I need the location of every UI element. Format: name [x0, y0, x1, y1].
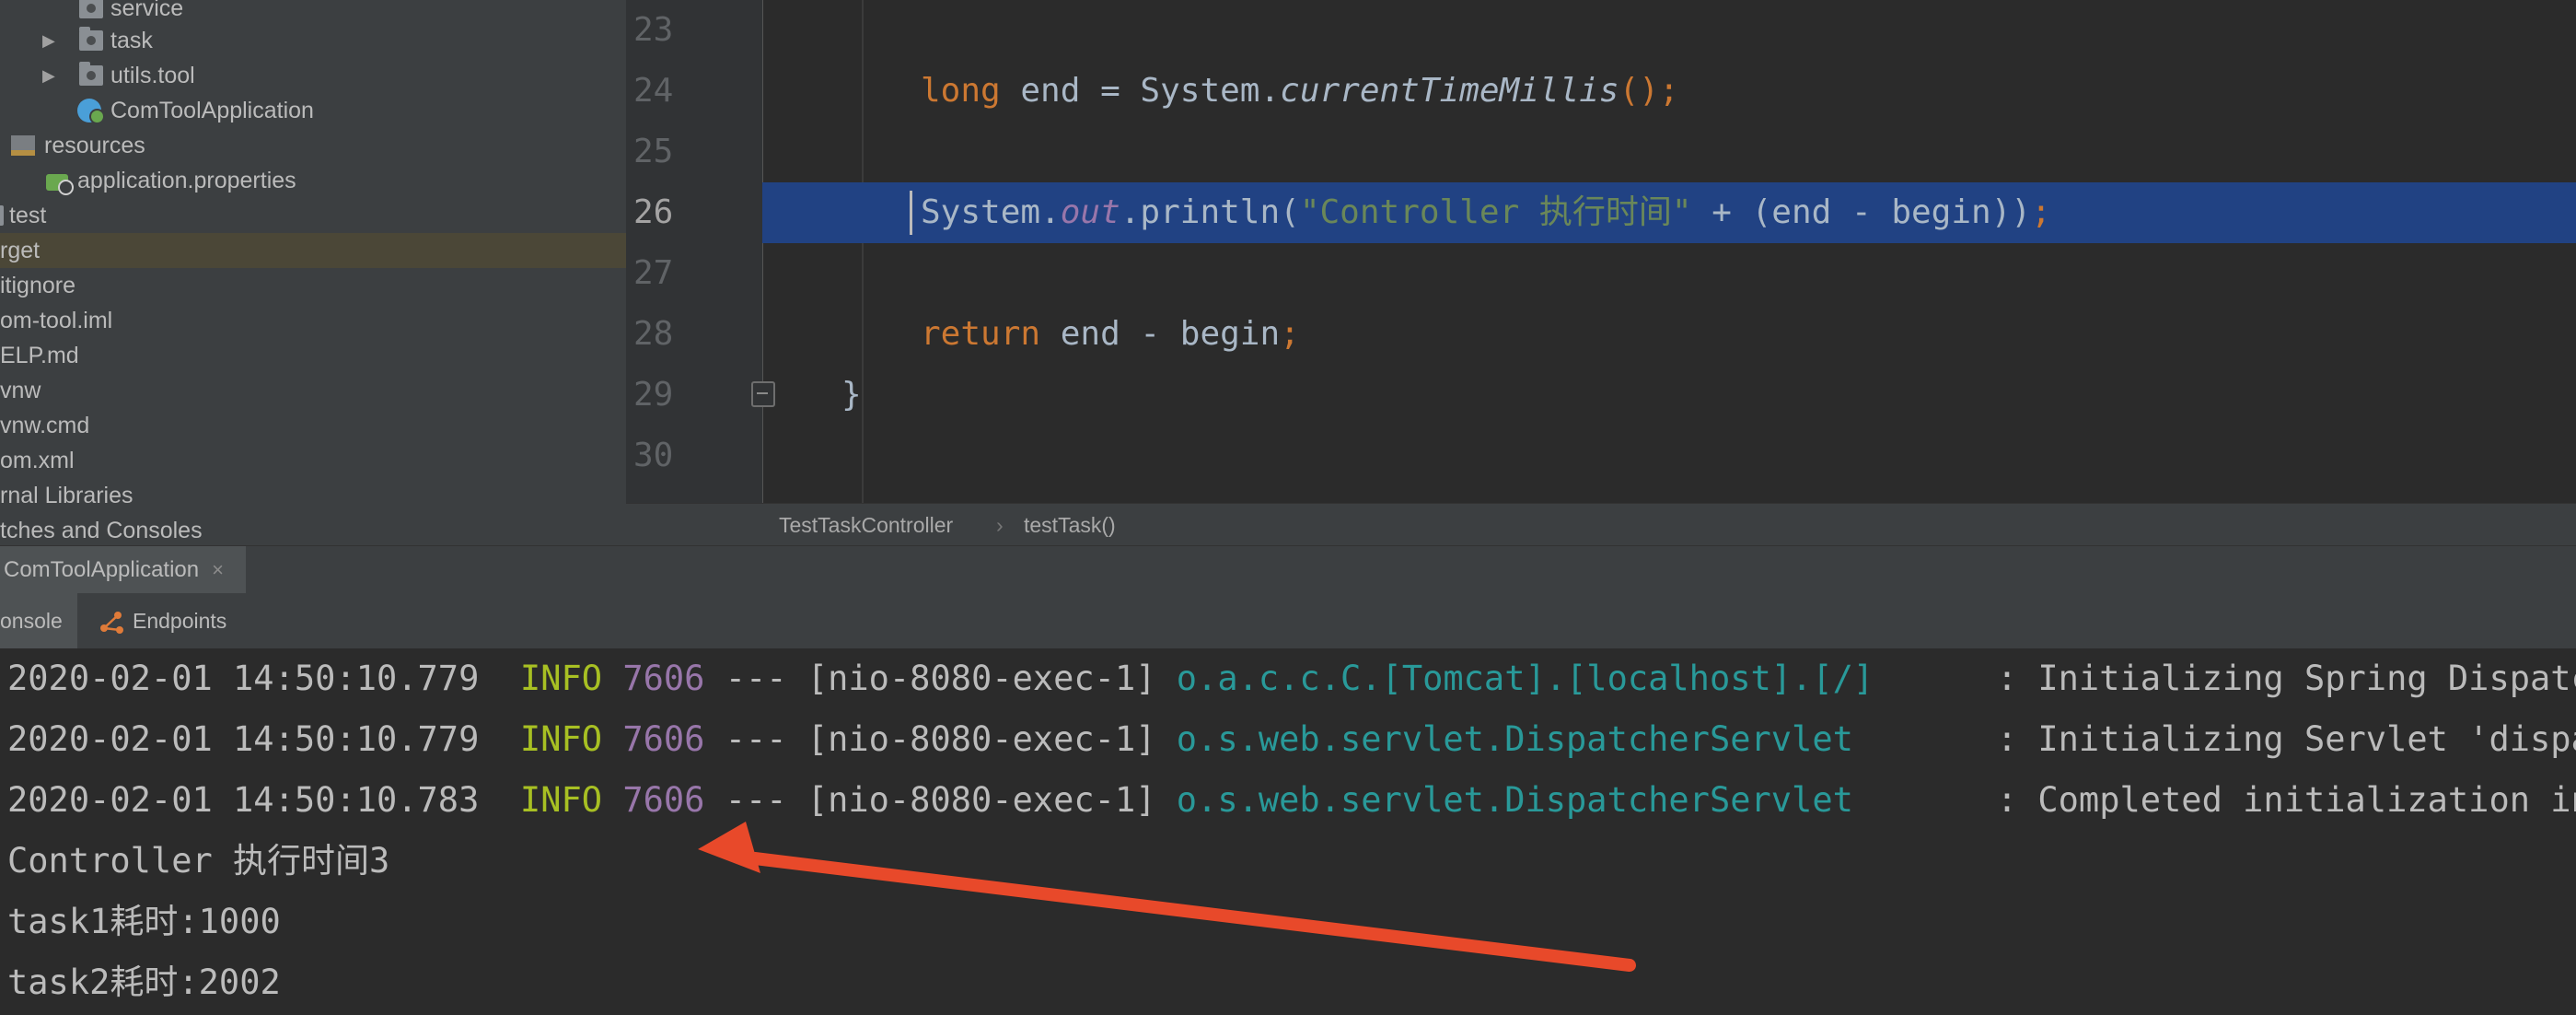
tree-item-comtoolapplication[interactable]: ComToolApplication	[0, 93, 626, 128]
breadcrumb-class[interactable]: TestTaskController	[779, 504, 953, 545]
tree-item-service[interactable]: service	[0, 0, 626, 26]
editor-breadcrumb: TestTaskController › testTask()	[626, 503, 2576, 545]
tree-item-target[interactable]: rget	[0, 233, 626, 268]
project-tool-window: service ▶ task ▶ utils.tool ComToolAppli…	[0, 0, 627, 545]
console-output[interactable]: 2020-02-01 14:50:10.779 INFO 7606 --- [n…	[0, 648, 2576, 1015]
spring-boot-class-icon	[77, 99, 105, 124]
tree-item-resources[interactable]: resources	[0, 128, 626, 163]
package-folder-icon	[79, 27, 103, 51]
code-line-26-highlighted[interactable]: System.out.println("Controller 执行时间" + (…	[762, 182, 2576, 243]
endpoints-icon	[100, 612, 123, 634]
text-caret	[910, 191, 912, 235]
resources-folder-icon	[11, 135, 35, 156]
line-number-current: 26	[633, 193, 674, 231]
line-number: 27	[633, 254, 674, 292]
breadcrumb-method[interactable]: testTask()	[1024, 504, 1116, 545]
run-tool-window-tabs: ComToolApplication ×	[0, 545, 2576, 595]
tree-item-pom-xml[interactable]: om.xml	[0, 443, 626, 478]
tree-item-application-properties[interactable]: application.properties	[0, 163, 626, 198]
tree-item-task[interactable]: ▶ task	[0, 23, 626, 58]
code-line-29[interactable]: }	[762, 365, 2576, 426]
tree-item-mvnw-cmd[interactable]: vnw.cmd	[0, 408, 626, 443]
tree-item-gitignore[interactable]: itignore	[0, 268, 626, 303]
tree-item-test[interactable]: test	[0, 198, 626, 233]
output-line: task2耗时:2002	[7, 962, 281, 1002]
tree-item-utils-tool[interactable]: ▶ utils.tool	[0, 58, 626, 93]
line-number: 29	[633, 376, 674, 414]
run-tab-comtoolapplication[interactable]: ComToolApplication ×	[0, 546, 246, 594]
line-number-gutter[interactable]: 23 24 25 26 27 28 29 30	[626, 0, 763, 503]
breadcrumb-separator: ›	[996, 513, 1004, 537]
log-line: 2020-02-01 14:50:10.779 INFO 7606 --- [n…	[7, 719, 2576, 759]
tree-item-iml[interactable]: om-tool.iml	[0, 303, 626, 338]
tree-item-external-libraries[interactable]: rnal Libraries	[0, 478, 626, 513]
run-subtabs: onsole Endpoints	[0, 593, 2576, 649]
line-number: 30	[633, 437, 674, 474]
properties-file-icon	[46, 174, 74, 195]
tab-endpoints[interactable]: Endpoints	[133, 593, 226, 648]
package-folder-icon	[79, 0, 103, 18]
package-folder-icon	[79, 62, 103, 86]
output-line: task1耗时:1000	[7, 902, 281, 941]
close-tab-icon[interactable]: ×	[212, 558, 224, 581]
expand-arrow-icon[interactable]: ▶	[42, 58, 55, 93]
tree-item-mvnw[interactable]: vnw	[0, 373, 626, 408]
code-line-28[interactable]: return end - begin;	[762, 304, 2576, 365]
line-number: 24	[633, 72, 674, 110]
tab-console[interactable]: onsole	[0, 593, 77, 648]
log-line: 2020-02-01 14:50:10.779 INFO 7606 --- [n…	[7, 659, 2576, 698]
line-number: 23	[633, 11, 674, 49]
code-editor[interactable]: 23 24 25 26 27 28 29 30 long end = Syste…	[626, 0, 2576, 545]
log-line: 2020-02-01 14:50:10.783 INFO 7606 --- [n…	[7, 780, 2576, 820]
line-number: 25	[633, 133, 674, 170]
expand-arrow-icon[interactable]: ▶	[42, 23, 55, 58]
tree-item-scratches[interactable]: tches and Consoles	[0, 513, 626, 545]
output-line: Controller 执行时间3	[7, 841, 390, 881]
folder-icon	[0, 205, 4, 226]
code-line-24[interactable]: long end = System.currentTimeMillis();	[762, 61, 2576, 122]
line-number: 28	[633, 315, 674, 353]
tree-item-help-md[interactable]: ELP.md	[0, 338, 626, 373]
